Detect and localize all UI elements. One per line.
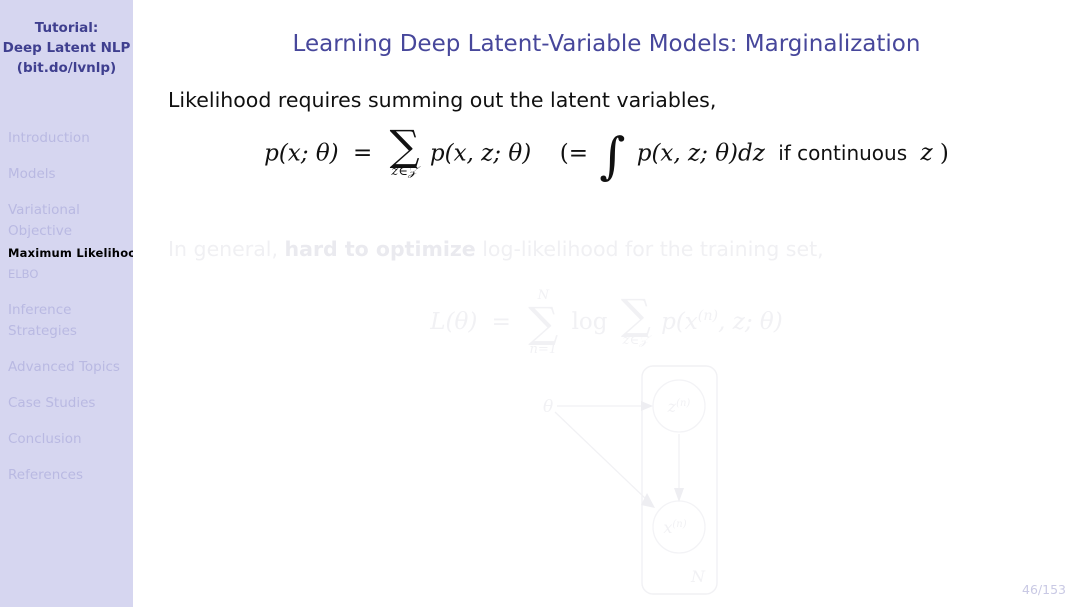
- trailing-var: z: [920, 140, 933, 167]
- sum-subscript: z∈𝒵: [391, 164, 418, 180]
- sidebar-item-label-cont: Objective: [8, 223, 73, 239]
- paren-close: ): [939, 140, 949, 167]
- trailing-text: if continuous: [778, 141, 908, 166]
- sigma-glyph: ∑: [528, 298, 559, 348]
- slide-canvas: Tutorial: Deep Latent NLP (bit.do/lvnlp)…: [0, 0, 1080, 607]
- faded-summand-rest: , z; θ): [718, 308, 783, 335]
- sigma-glyph: ∑: [389, 121, 420, 170]
- sidebar-item-label: References: [8, 467, 84, 483]
- plate-diagram-svg: z(n) x(n) θ N: [543, 365, 718, 595]
- sidebar-subitem-maximum-likelihood[interactable]: Maximum Likelihood: [8, 243, 145, 264]
- sidebar-title-line-1: Tutorial:: [34, 20, 99, 36]
- sum2-subscript: z∈𝒵: [622, 332, 649, 348]
- sidebar-item-label-cont: Strategies: [8, 323, 77, 339]
- integrand: p(x, z; θ)dz: [636, 140, 765, 167]
- faded-summand: p(x: [661, 308, 698, 335]
- page-title: Learning Deep Latent-Variable Models: Ma…: [292, 31, 921, 57]
- graphical-model-plate-diagram: z(n) x(n) θ N: [523, 360, 823, 600]
- sidebar-item-advanced-topics[interactable]: Advanced Topics: [0, 357, 133, 378]
- arrowhead-theta-to-x: [641, 493, 655, 508]
- edge-theta-to-x: [554, 411, 648, 501]
- sidebar-nav: Introduction Models Variational Objectiv…: [0, 128, 145, 501]
- summand: p(x, z; θ): [429, 140, 532, 167]
- sidebar-item-label: Conclusion: [8, 431, 82, 447]
- faded-summation-operator-1: N ∑ n=1: [528, 288, 558, 358]
- summation-operator: ∑ z∈𝒵: [389, 121, 420, 181]
- integral-operator: ∫: [599, 127, 626, 186]
- body-text-line-2-faded: In general, hard to optimize log-likelih…: [168, 237, 824, 261]
- sidebar-item-label: Advanced Topics: [8, 359, 120, 375]
- sidebar-item-label: Models: [8, 166, 56, 182]
- sidebar-subitem-elbo[interactable]: ELBO: [8, 264, 133, 285]
- body-text-line-1: Likelihood requires summing out the late…: [168, 88, 717, 112]
- sidebar-item-conclusion[interactable]: Conclusion: [0, 429, 133, 450]
- latent-node-label: z(n): [667, 397, 691, 416]
- log-operator: log: [571, 308, 608, 335]
- page-number: 46/153: [1022, 582, 1066, 597]
- sidebar-item-label: Introduction: [8, 130, 90, 146]
- sigma-glyph: ∑: [620, 289, 651, 339]
- arrowhead-z-to-x: [674, 488, 684, 502]
- equation-lhs: p(x; θ): [264, 140, 339, 167]
- sidebar-item-case-studies[interactable]: Case Studies: [0, 393, 133, 414]
- body-text-bold: hard to optimize: [284, 237, 476, 261]
- body-text-after: log-likelihood for the training set,: [475, 237, 824, 261]
- paren-open-equals: (=: [559, 140, 589, 167]
- faded-equals-sign: =: [491, 308, 511, 335]
- sidebar: Tutorial: Deep Latent NLP (bit.do/lvnlp)…: [0, 0, 145, 607]
- faded-equation-lhs: L(θ): [430, 308, 478, 335]
- sidebar-item-label: Case Studies: [8, 395, 96, 411]
- sidebar-header: Tutorial: Deep Latent NLP (bit.do/lvnlp): [0, 0, 133, 78]
- sidebar-item-label: Inference: [8, 302, 72, 318]
- sidebar-item-inference-strategies[interactable]: Inference Strategies: [0, 300, 133, 342]
- observed-node-label: x(n): [663, 518, 686, 537]
- sidebar-item-label: Variational: [8, 202, 80, 218]
- body-text-before: In general,: [168, 237, 285, 261]
- sidebar-title-line-2: Deep Latent NLP: [2, 40, 131, 56]
- equation-log-likelihood-faded: L(θ) = N ∑ n=1 log ∑ z∈𝒵 p(x(n), z; θ): [133, 288, 1080, 358]
- plate-count-label: N: [690, 567, 706, 586]
- theta-parameter-label: θ: [543, 397, 553, 417]
- sum1-subscript: n=1: [529, 341, 558, 357]
- sidebar-subgroup: Maximum Likelihood ELBO: [8, 243, 145, 285]
- sidebar-item-introduction[interactable]: Introduction: [0, 128, 133, 149]
- sidebar-item-variational-objective[interactable]: Variational Objective Maximum Likelihood…: [0, 200, 145, 285]
- sidebar-title-line-3: (bit.do/lvnlp): [16, 60, 117, 76]
- equation-marginalization: p(x; θ) = ∑ z∈𝒵 p(x, z; θ) (= ∫ p(x, z; …: [133, 121, 1080, 186]
- slide-content: Learning Deep Latent-Variable Models: Ma…: [133, 0, 1080, 607]
- faded-summand-superscript: (n): [697, 308, 719, 325]
- faded-summation-operator-2: ∑ z∈𝒵: [620, 289, 651, 350]
- sidebar-item-references[interactable]: References: [0, 465, 133, 486]
- arrowhead-theta-to-z: [641, 401, 653, 411]
- sidebar-item-models[interactable]: Models: [0, 164, 133, 185]
- equals-sign: =: [352, 140, 373, 167]
